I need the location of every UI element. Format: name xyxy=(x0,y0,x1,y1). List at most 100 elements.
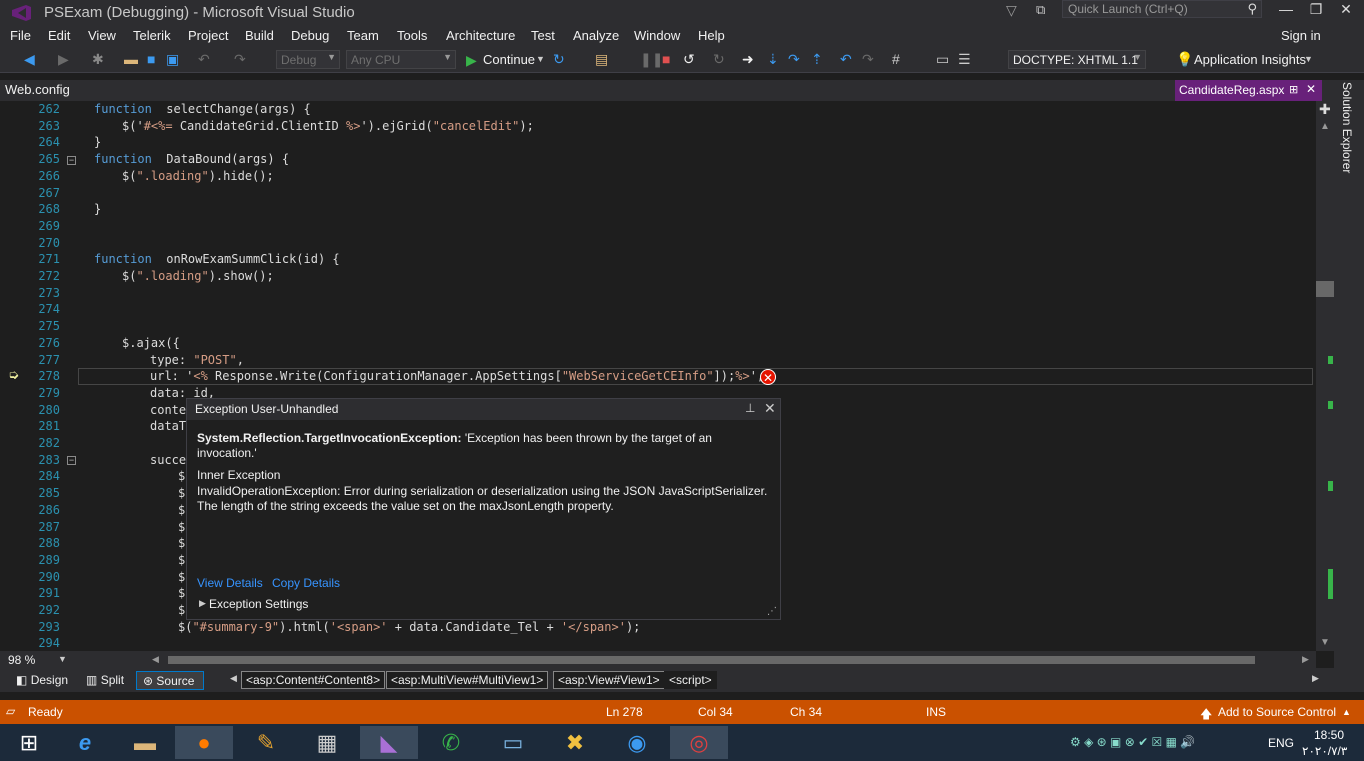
view-details-link[interactable]: View Details xyxy=(197,576,263,590)
code-line[interactable]: $ xyxy=(178,535,185,552)
menu-team[interactable]: Team xyxy=(347,28,379,43)
pause-icon[interactable]: ❚❚ xyxy=(640,51,663,68)
exception-settings-toggle[interactable]: Exception Settings xyxy=(209,597,308,611)
code-line[interactable]: $ xyxy=(178,468,185,485)
doctype-dropdown[interactable]: DOCTYPE: XHTML 1.1 ▼ xyxy=(1008,50,1146,69)
step-into-icon[interactable]: ⇣ xyxy=(767,51,779,68)
visual-studio-taskbar-icon[interactable]: ◣ xyxy=(360,726,418,759)
code-line[interactable]: url: '<% Response.Write(ConfigurationMan… xyxy=(150,368,764,385)
continue-icon[interactable]: ▶ xyxy=(466,52,477,69)
tab-candidatereg[interactable]: CandidateReg.aspx ⊞ ✕ xyxy=(1175,80,1322,101)
code-line[interactable]: function DataBound(args) { xyxy=(94,151,289,168)
sign-in-link[interactable]: Sign in xyxy=(1281,28,1321,43)
forward-icon[interactable]: ▶ xyxy=(58,51,69,68)
chevron-down-icon[interactable]: ▼ xyxy=(1304,54,1313,64)
code-line[interactable]: type: "POST", xyxy=(150,352,244,369)
menu-tools[interactable]: Tools xyxy=(397,28,427,43)
breadcrumb-multiview1[interactable]: <asp:MultiView#MultiView1> xyxy=(386,671,549,689)
source-view-button[interactable]: ⊛ Source xyxy=(136,671,204,690)
code-line[interactable]: succe xyxy=(150,452,186,469)
menu-build[interactable]: Build xyxy=(245,28,274,43)
code-line[interactable]: $ xyxy=(178,502,185,519)
step-over-icon[interactable]: ↷ xyxy=(788,51,800,68)
menu-test[interactable]: Test xyxy=(531,28,555,43)
whatsapp-icon[interactable]: ✆ xyxy=(422,726,480,759)
scroll-up-icon[interactable]: ▲ xyxy=(1320,121,1330,132)
code-line[interactable]: } xyxy=(94,201,101,218)
split-icon[interactable]: ✚ xyxy=(1319,101,1331,118)
refresh-icon[interactable]: ↻ xyxy=(553,51,565,68)
chevron-down-icon[interactable]: ▼ xyxy=(58,654,67,664)
add-to-source-control-button[interactable]: Add to Source Control xyxy=(1218,705,1336,719)
close-icon[interactable]: ✕ xyxy=(764,400,776,417)
collapse-icon[interactable]: − xyxy=(67,156,76,165)
feedback-icon[interactable]: ⧉ xyxy=(1036,2,1045,18)
tab-web-config[interactable]: Web.config xyxy=(5,82,70,97)
clock-time[interactable]: 18:50 xyxy=(1314,728,1344,742)
hot-reload-icon[interactable]: ↻ xyxy=(713,51,725,68)
calculator-icon[interactable]: ▦ xyxy=(298,726,356,759)
restore-button[interactable]: ❐ xyxy=(1302,1,1330,19)
code-line[interactable]: $(".loading").show(); xyxy=(122,268,274,285)
tray-icons[interactable]: ⚙ ◈ ⊛ ▣ ⊗ ✔ ☒ ▦ 🔊 xyxy=(1070,735,1195,749)
forward-step-icon[interactable]: ↷ xyxy=(862,51,874,68)
menu-view[interactable]: View xyxy=(88,28,116,43)
menu-debug[interactable]: Debug xyxy=(291,28,329,43)
code-line[interactable]: dataT xyxy=(150,418,186,435)
menu-help[interactable]: Help xyxy=(698,28,725,43)
hex-icon[interactable]: # xyxy=(892,51,900,67)
close-button[interactable]: ✕ xyxy=(1332,1,1360,19)
list-icon[interactable]: ☰ xyxy=(958,51,971,68)
filter-icon[interactable]: ▽ xyxy=(1006,2,1017,19)
save-all-icon[interactable]: ▣ xyxy=(166,51,179,68)
back-step-icon[interactable]: ↶ xyxy=(840,51,852,68)
continue-button[interactable]: Continue xyxy=(483,52,535,67)
stop-icon[interactable]: ■ xyxy=(662,51,670,67)
code-line[interactable]: $ xyxy=(178,602,185,619)
application-insights-button[interactable]: Application Insights xyxy=(1194,52,1306,67)
code-line[interactable]: $ xyxy=(178,569,185,586)
pin-icon[interactable]: ⊥ xyxy=(745,401,755,415)
firefox-icon[interactable]: ● xyxy=(175,726,233,759)
vertical-scrollbar[interactable]: ✚ ▲ ▼ xyxy=(1316,101,1334,651)
design-view-button[interactable]: ◧ Design xyxy=(10,671,74,690)
menu-window[interactable]: Window xyxy=(634,28,680,43)
code-line[interactable]: $('#<%= CandidateGrid.ClientID %>').ejGr… xyxy=(122,118,534,135)
scroll-left-icon[interactable]: ◀ xyxy=(152,654,159,665)
breadcrumb-script[interactable]: <script> xyxy=(664,671,717,689)
configuration-dropdown[interactable]: Debug ▼ xyxy=(276,50,340,69)
process-icon[interactable]: ▤ xyxy=(595,51,608,68)
browser-icon[interactable]: ◉ xyxy=(608,726,666,759)
paint-icon[interactable]: ✎ xyxy=(237,726,295,759)
code-line[interactable]: function selectChange(args) { xyxy=(94,101,311,118)
quick-launch-input[interactable]: Quick Launch (Ctrl+Q) ⚲ xyxy=(1062,0,1262,18)
save-icon[interactable]: ■ xyxy=(147,51,155,67)
breadcrumb-right-icon[interactable]: ▶ xyxy=(1312,673,1319,684)
breadcrumb-left-icon[interactable]: ◀ xyxy=(230,673,237,684)
file-explorer-icon[interactable]: ▬ xyxy=(116,726,174,759)
menu-file[interactable]: File xyxy=(10,28,31,43)
chevron-down-icon[interactable]: ▼ xyxy=(536,54,545,64)
code-line[interactable]: function onRowExamSummClick(id) { xyxy=(94,251,340,268)
document-icon[interactable]: ▭ xyxy=(936,51,949,68)
code-line[interactable]: $ xyxy=(178,552,185,569)
new-project-icon[interactable]: ✱ xyxy=(92,51,104,68)
chevron-up-icon[interactable]: ▲ xyxy=(1342,707,1351,717)
collapse-icon[interactable]: − xyxy=(67,456,76,465)
menu-project[interactable]: Project xyxy=(188,28,228,43)
step-out-icon[interactable]: ⇡ xyxy=(811,51,823,68)
language-indicator[interactable]: ENG xyxy=(1268,736,1294,750)
platform-dropdown[interactable]: Any CPU ▼ xyxy=(346,50,456,69)
menu-telerik[interactable]: Telerik xyxy=(133,28,171,43)
minimize-button[interactable]: — xyxy=(1272,1,1300,19)
clock-date[interactable]: ۲۰۲۰/۷/۳ xyxy=(1302,744,1347,758)
zoom-level[interactable]: 98 % xyxy=(8,653,35,667)
code-line[interactable]: } xyxy=(94,134,101,151)
pin-icon[interactable]: ⊞ xyxy=(1289,83,1298,96)
menu-architecture[interactable]: Architecture xyxy=(446,28,515,43)
menu-edit[interactable]: Edit xyxy=(48,28,70,43)
split-view-button[interactable]: ▥ Split xyxy=(80,671,130,690)
menu-analyze[interactable]: Analyze xyxy=(573,28,619,43)
tool-icon[interactable]: ✖ xyxy=(546,726,604,759)
scroll-thumb[interactable] xyxy=(1316,281,1334,297)
